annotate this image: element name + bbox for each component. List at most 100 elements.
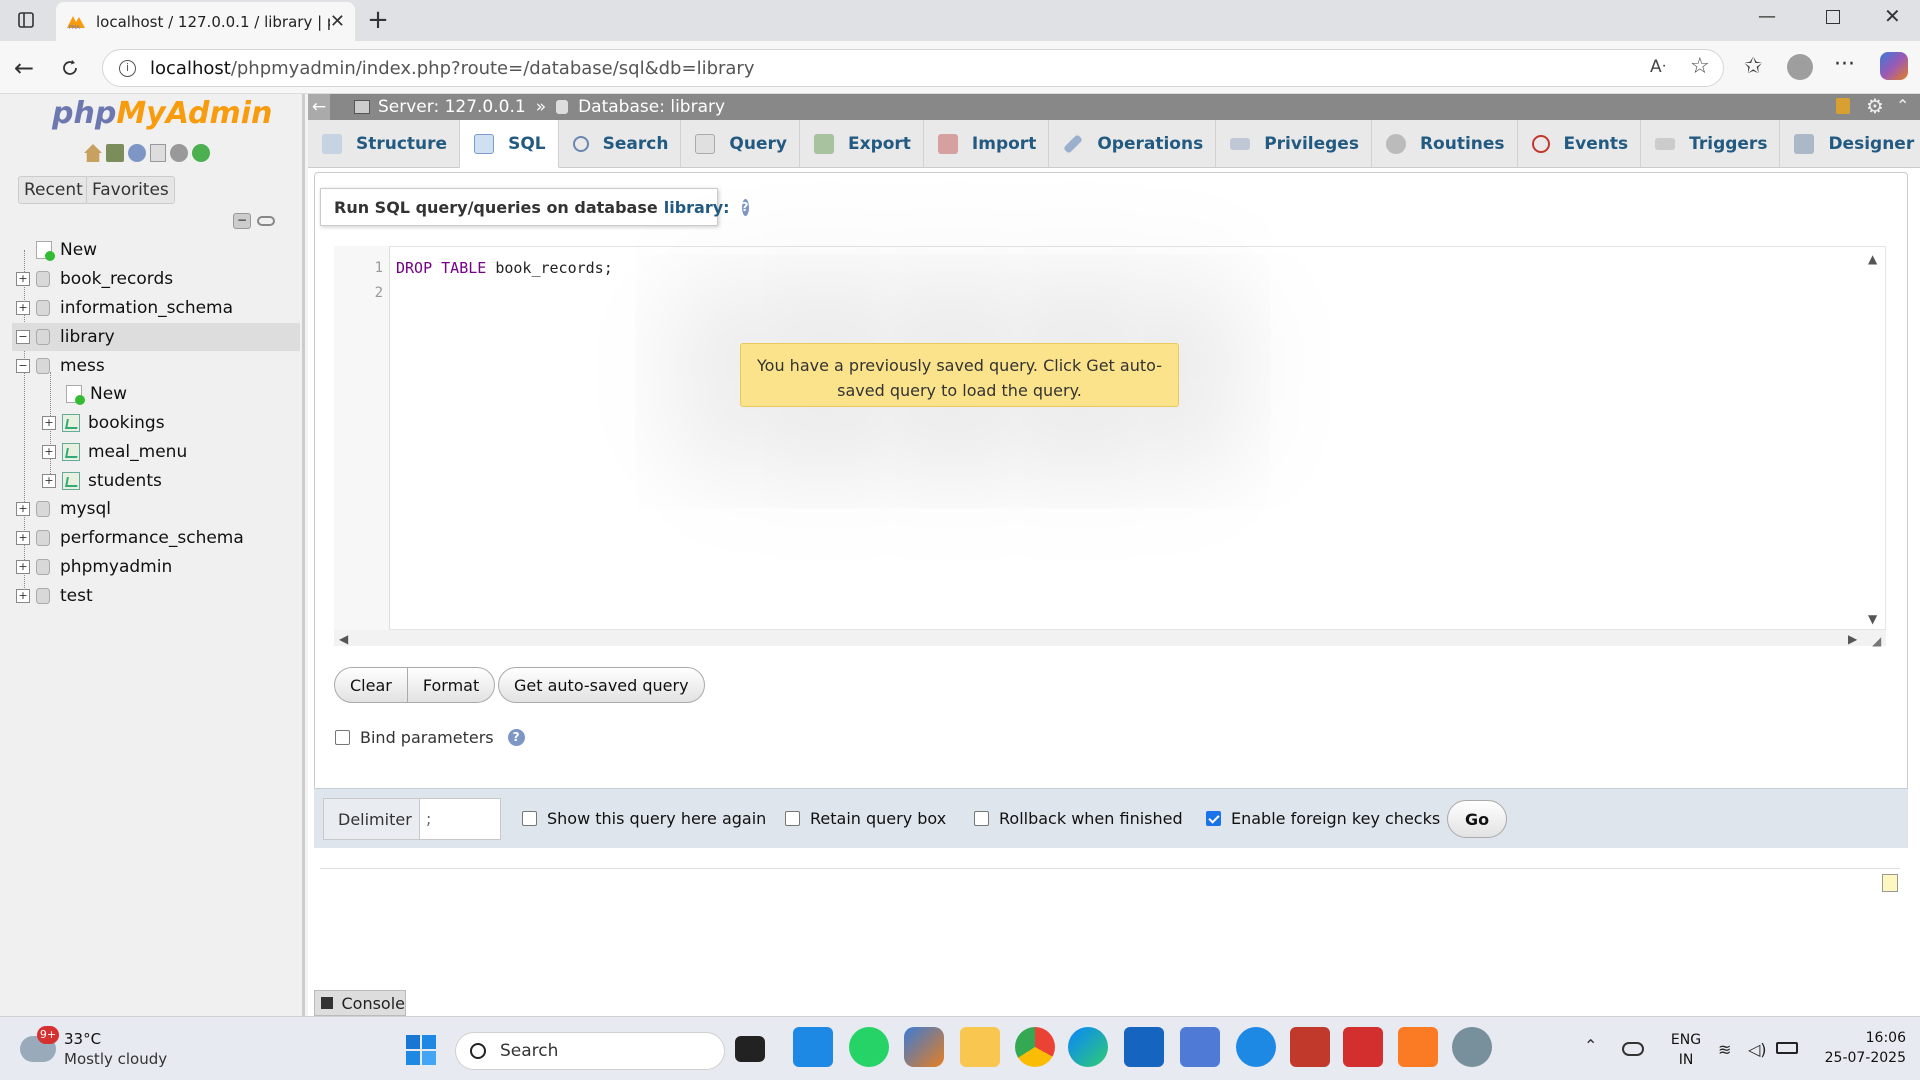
lock-icon[interactable] xyxy=(1836,98,1850,114)
weather-temp[interactable]: 33°C xyxy=(64,1030,101,1048)
battery-icon[interactable] xyxy=(1776,1042,1798,1054)
weather-condition[interactable]: Mostly cloudy xyxy=(64,1050,167,1068)
tray-chevron-icon[interactable]: ⌃ xyxy=(1584,1036,1597,1055)
tree-item-phpmyadmin[interactable]: + phpmyadmin xyxy=(16,554,172,580)
tab-operations[interactable]: Operations xyxy=(1049,120,1217,168)
expand-icon[interactable]: + xyxy=(42,474,56,488)
file-explorer-icon[interactable] xyxy=(960,1027,1000,1067)
expand-icon[interactable]: + xyxy=(16,272,30,286)
collapse-icon[interactable]: − xyxy=(16,359,30,373)
bind-parameters-checkbox[interactable] xyxy=(335,730,350,745)
restore-icon[interactable] xyxy=(1826,10,1840,24)
retain-query-checkbox[interactable] xyxy=(785,811,800,826)
address-bar[interactable]: i localhost/phpmyadmin/index.php?route=/… xyxy=(102,49,1724,87)
settings-app-icon[interactable] xyxy=(1452,1027,1492,1067)
delimiter-input[interactable]: ; xyxy=(419,798,501,840)
favorite-star-icon[interactable]: ☆ xyxy=(1690,54,1710,79)
store-icon[interactable] xyxy=(1124,1027,1164,1067)
expand-icon[interactable]: + xyxy=(16,531,30,545)
format-button[interactable]: Format xyxy=(407,667,496,703)
tree-item-bookings[interactable]: + bookings xyxy=(42,410,165,436)
tree-item-mysql[interactable]: + mysql xyxy=(16,496,111,522)
logout-icon[interactable] xyxy=(106,144,124,162)
close-tab-icon[interactable]: ✕ xyxy=(330,11,345,32)
get-autosaved-query-button[interactable]: Get auto-saved query xyxy=(498,667,705,703)
collapse-nav-icon[interactable]: ← xyxy=(308,94,330,120)
console-toggle[interactable]: Console xyxy=(314,990,406,1016)
window-close-icon[interactable]: ✕ xyxy=(1884,4,1901,28)
tree-item-new[interactable]: New xyxy=(36,237,97,263)
vscode-icon[interactable] xyxy=(793,1027,833,1067)
tree-item-book-records[interactable]: + book_records xyxy=(16,266,173,292)
tab-sql[interactable]: SQL xyxy=(460,120,559,168)
volume-icon[interactable]: ◁) xyxy=(1748,1040,1767,1059)
tab-import[interactable]: Import xyxy=(924,120,1050,168)
copilot-icon[interactable] xyxy=(1880,52,1908,80)
collapse-top-icon[interactable]: ⌃ xyxy=(1896,96,1909,115)
tab-actions-icon[interactable] xyxy=(8,2,44,38)
expand-icon[interactable]: + xyxy=(42,416,56,430)
tree-item-students[interactable]: + students xyxy=(42,468,162,494)
settings-gear-icon[interactable] xyxy=(170,144,188,162)
sql-code[interactable]: DROP TABLE book_records; xyxy=(396,256,613,281)
language-top[interactable]: ENG xyxy=(1668,1032,1704,1048)
expand-icon[interactable]: + xyxy=(16,589,30,603)
start-windows-icon[interactable] xyxy=(406,1035,436,1065)
taskbar-search[interactable]: Search xyxy=(455,1032,725,1070)
back-icon[interactable]: ← xyxy=(6,50,42,86)
minimize-icon[interactable]: — xyxy=(1758,6,1776,27)
profile-avatar-icon[interactable] xyxy=(1787,54,1813,80)
edge-icon[interactable] xyxy=(1068,1027,1108,1067)
tab-query[interactable]: Query xyxy=(681,120,800,168)
collapse-icon[interactable]: − xyxy=(16,330,30,344)
security-icon[interactable] xyxy=(1343,1027,1383,1067)
breadcrumb-server[interactable]: Server: 127.0.0.1 xyxy=(378,97,526,117)
browser-tab-active[interactable]: PMA localhost / 127.0.0.1 / library | ph… xyxy=(56,2,355,41)
scroll-down-icon[interactable]: ▼ xyxy=(1868,612,1877,626)
tree-item-test[interactable]: + test xyxy=(16,583,93,609)
expand-icon[interactable]: + xyxy=(42,445,56,459)
link-with-main-icon[interactable] xyxy=(257,216,275,226)
language-bottom[interactable]: IN xyxy=(1668,1052,1704,1068)
sql-editor[interactable] xyxy=(334,246,1886,630)
tab-search[interactable]: Search xyxy=(559,120,682,168)
go-button[interactable]: Go xyxy=(1447,800,1508,838)
tree-item-information-schema[interactable]: + information_schema xyxy=(16,295,233,321)
rollback-checkbox[interactable] xyxy=(974,811,989,826)
foreign-key-checkbox[interactable] xyxy=(1206,811,1221,826)
settings-icon[interactable]: ⚙ xyxy=(1866,96,1884,116)
nav-recent-button[interactable]: Recent xyxy=(18,176,89,204)
tab-triggers[interactable]: Triggers xyxy=(1641,120,1781,168)
mysql-workbench-icon[interactable] xyxy=(1180,1027,1220,1067)
tree-item-mess-new[interactable]: New xyxy=(66,381,127,407)
tab-designer[interactable]: Designer xyxy=(1780,120,1920,168)
clock-time[interactable]: 16:06 xyxy=(1816,1030,1906,1046)
clock-date[interactable]: 25-07-2025 xyxy=(1800,1050,1906,1066)
expand-icon[interactable]: + xyxy=(16,301,30,315)
resize-handle-icon[interactable]: ◢ xyxy=(1872,634,1881,648)
reload-icon[interactable] xyxy=(52,50,88,86)
help-icon[interactable]: ? xyxy=(741,198,749,216)
tab-routines[interactable]: Routines xyxy=(1372,120,1518,168)
page-settings-icon[interactable] xyxy=(1882,874,1898,892)
scroll-right-icon[interactable]: ▶ xyxy=(1848,632,1857,646)
wifi-icon[interactable]: ≋ xyxy=(1718,1040,1731,1059)
read-aloud-icon[interactable]: Aᐧ xyxy=(1650,57,1666,77)
scroll-left-icon[interactable]: ◀ xyxy=(339,632,348,646)
docs-icon[interactable] xyxy=(150,144,166,162)
tree-item-mess[interactable]: − mess xyxy=(16,353,105,379)
pma-logo[interactable]: phpMyAdmin xyxy=(52,96,272,131)
show-query-checkbox[interactable] xyxy=(522,811,537,826)
help-app-icon[interactable] xyxy=(1236,1027,1276,1067)
tree-item-library[interactable]: − library xyxy=(16,324,115,350)
scroll-up-icon[interactable]: ▲ xyxy=(1868,252,1877,266)
tab-privileges[interactable]: Privileges xyxy=(1216,120,1372,168)
tab-structure[interactable]: Structure xyxy=(308,120,461,168)
breadcrumb-database[interactable]: Database: library xyxy=(578,97,725,117)
collapse-all-icon[interactable]: − xyxy=(233,213,251,229)
whatsapp-icon[interactable] xyxy=(849,1027,889,1067)
expand-icon[interactable]: + xyxy=(16,560,30,574)
info-icon[interactable]: i xyxy=(119,59,136,77)
help-icon[interactable]: ? xyxy=(507,729,525,746)
xampp-icon[interactable] xyxy=(1398,1027,1438,1067)
